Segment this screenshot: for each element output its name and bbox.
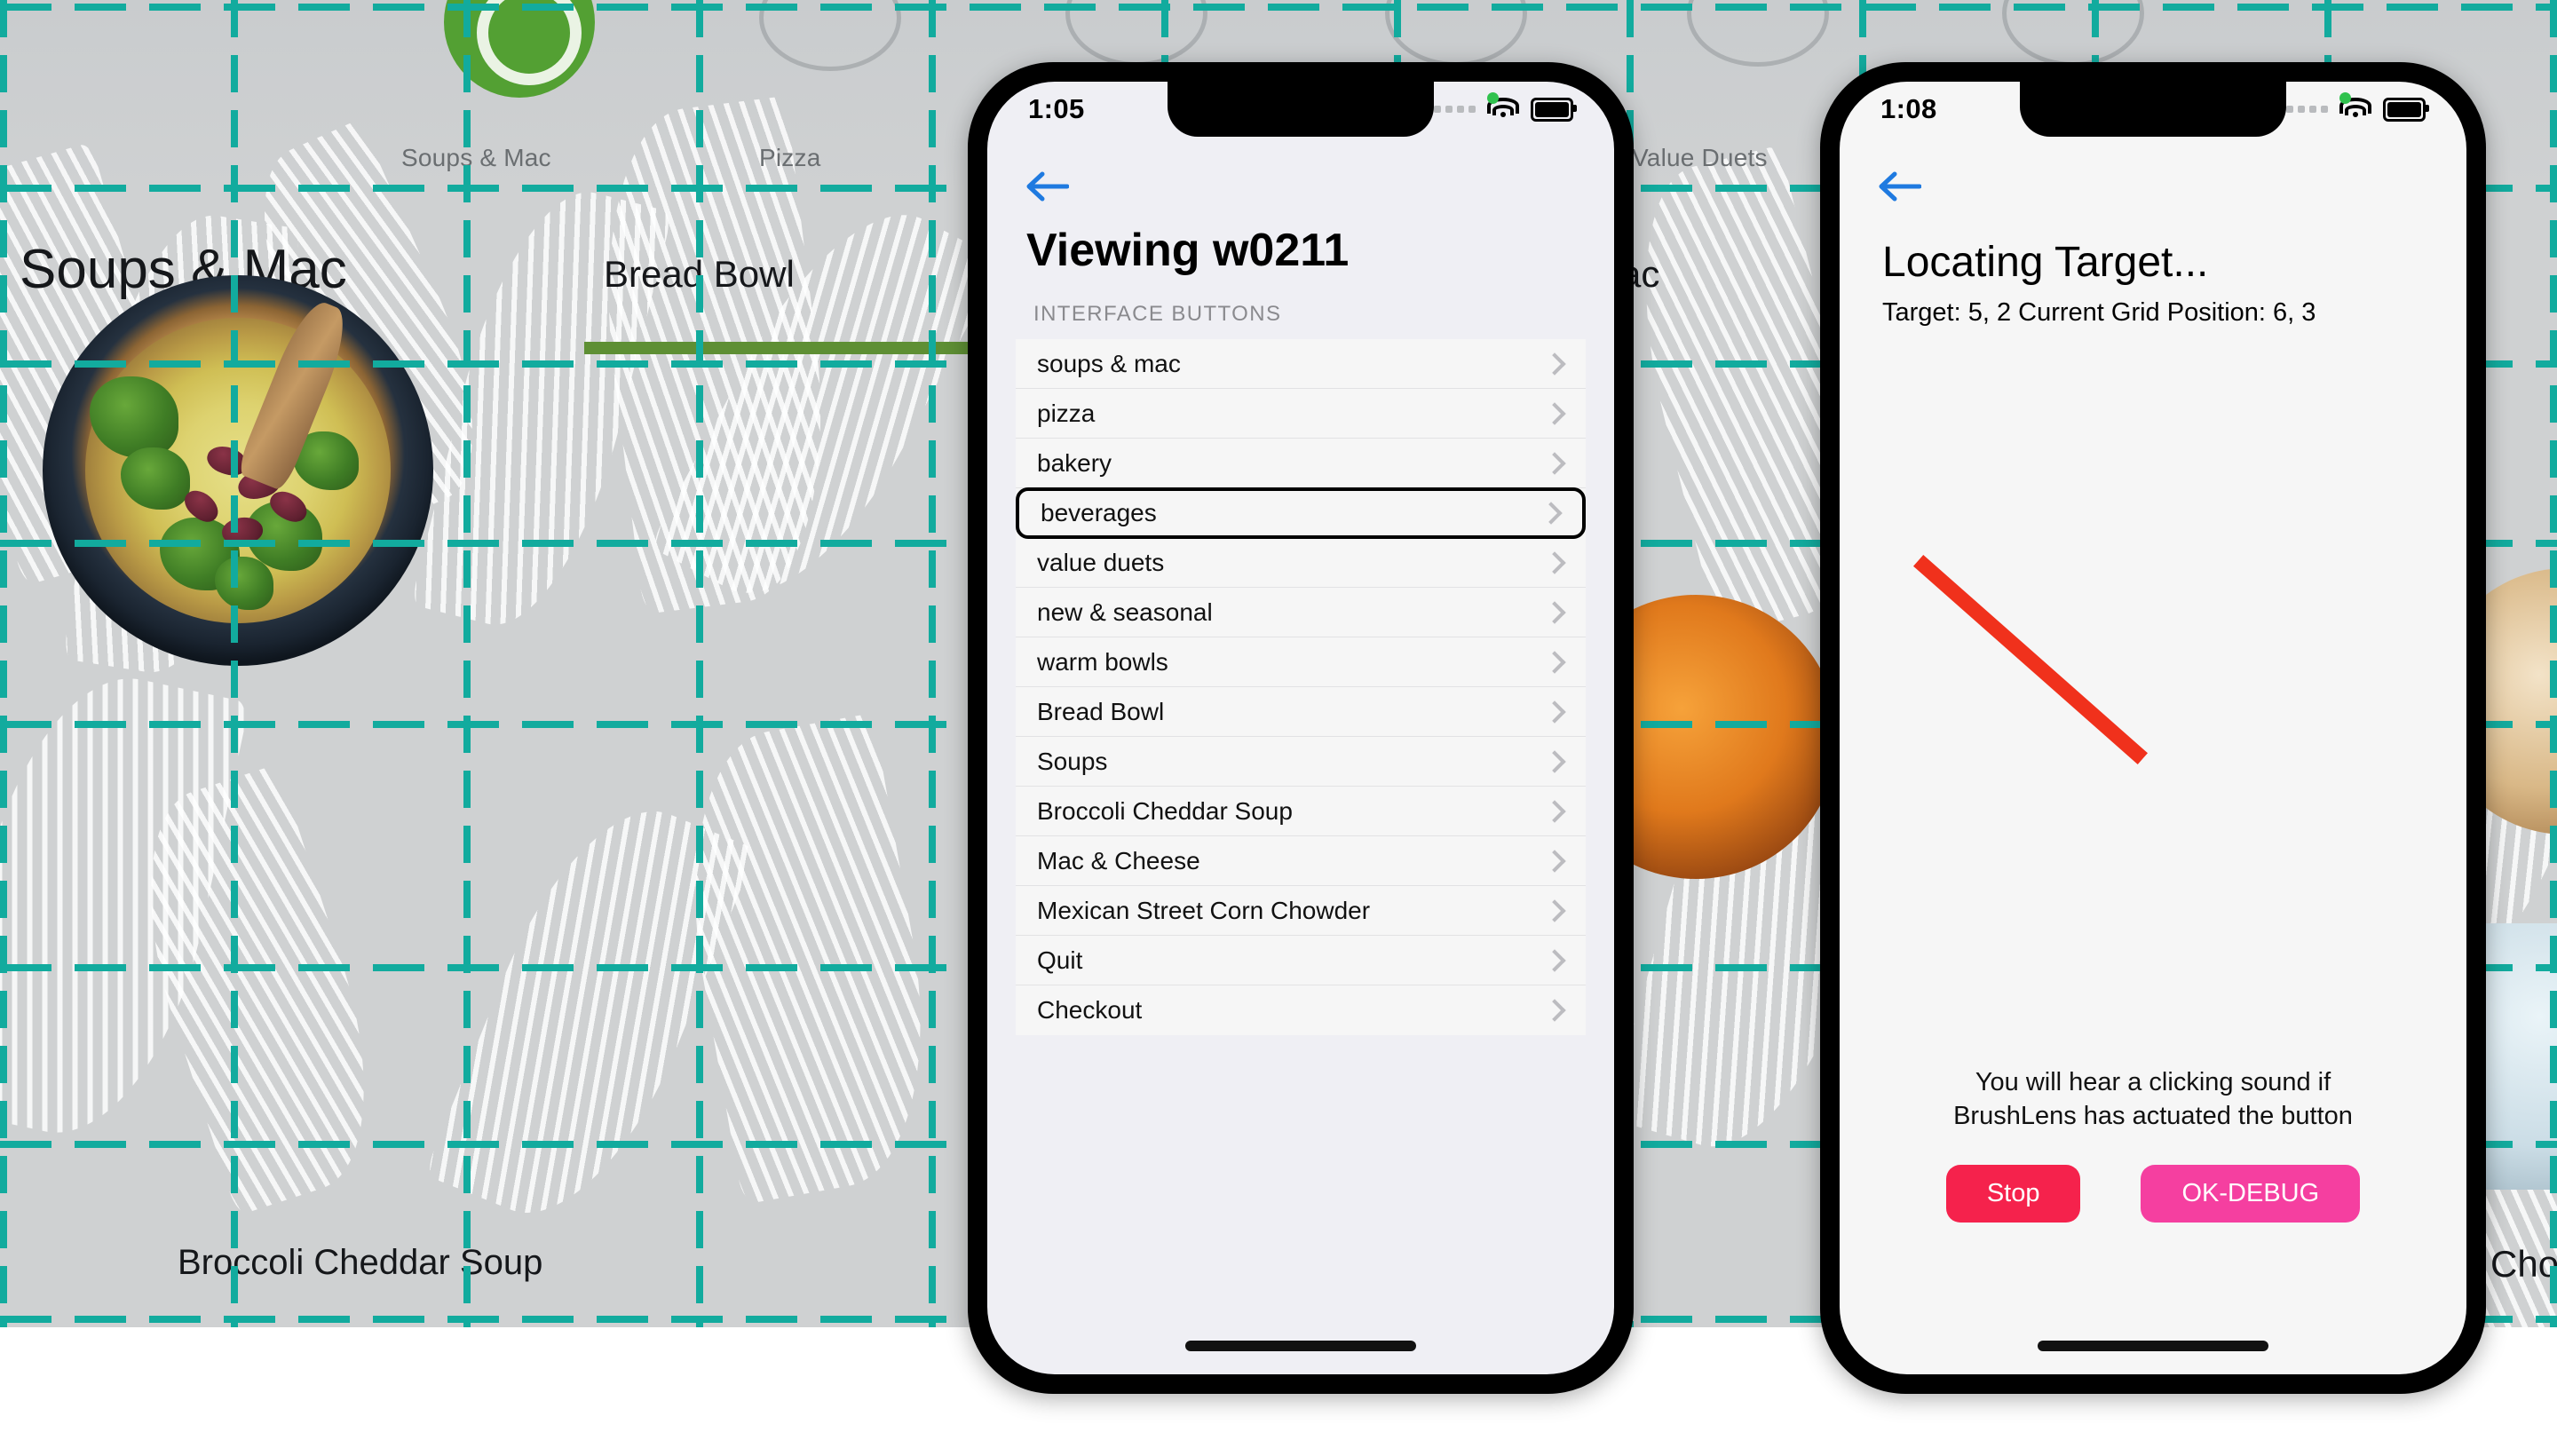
list-item-label: Mac & Cheese [1037,846,1200,874]
list-item[interactable]: Checkout [1016,985,1586,1035]
list-item[interactable]: Broccoli Cheddar Soup [1016,787,1586,836]
back-arrow-icon[interactable] [1025,170,1070,202]
chevron-right-icon [1543,898,1566,922]
stop-button[interactable]: Stop [1945,1165,2081,1223]
chevron-right-icon [1540,502,1563,525]
status-time: 1:05 [1028,93,1085,124]
chevron-right-icon [1543,999,1566,1022]
ok-debug-button[interactable]: OK-DEBUG [2141,1165,2361,1223]
list-item-label: bakery [1037,448,1112,477]
list-item-label: pizza [1037,399,1096,427]
list-item[interactable]: value duets [1016,538,1586,588]
page-title: Viewing w0211 [1026,225,1350,276]
chevron-right-icon [1543,550,1566,574]
status-bar: 1:05 [987,82,1614,137]
list-item[interactable]: Mexican Street Corn Chowder [1016,886,1586,936]
list-item-label: Checkout [1037,996,1143,1024]
list-item[interactable]: warm bowls [1016,637,1586,687]
signal-dots-icon [1434,106,1476,113]
chevron-right-icon [1543,401,1566,425]
list-item[interactable]: Soups [1016,737,1586,787]
battery-icon [1531,97,1577,122]
green-recording-dot [1487,92,1499,104]
list-item-label: soups & mac [1037,349,1181,377]
hint-line-2: BrushLens has actuated the button [1953,1102,2353,1131]
broccoli-cheddar-soup-photo[interactable] [43,275,433,666]
item-caption-broccoli-cheddar-soup[interactable]: Broccoli Cheddar Soup [178,1243,542,1283]
wallpaper-leaf [662,713,954,1205]
list-item-label: Mexican Street Corn Chowder [1037,896,1371,924]
chevron-right-icon [1543,700,1566,724]
action-button-row: Stop OK-DEBUG [1840,1165,2466,1223]
list-item[interactable]: soups & mac [1016,339,1586,389]
list-item[interactable]: Bread Bowl [1016,687,1586,737]
actuation-hint-text: You will hear a clicking sound if BrushL… [1875,1065,2431,1134]
phone-mockup-locating: 1:08 Locating Target... Target: 5, 2 Cur… [1820,62,2486,1394]
chevron-right-icon [1543,600,1566,624]
active-tab-underline [584,342,975,354]
list-item[interactable]: bakery [1016,439,1586,488]
category-label-soups-mac[interactable]: Soups & Mac [401,144,551,172]
list-item-selected[interactable]: beverages [1016,487,1586,539]
list-item-label: Broccoli Cheddar Soup [1037,796,1293,825]
category-label-pizza[interactable]: Pizza [759,144,820,172]
chevron-right-icon [1543,948,1566,972]
home-indicator[interactable] [1185,1341,1416,1351]
phone-screen-viewing: 1:05 Viewing w0211 INTERFACE BUTTONS sou… [987,82,1614,1374]
list-item-label: new & seasonal [1037,597,1213,626]
section-header-interface-buttons: INTERFACE BUTTONS [1033,302,1282,326]
phone-screen-locating: 1:08 Locating Target... Target: 5, 2 Cur… [1840,82,2466,1374]
chevron-right-icon [1543,799,1566,823]
chevron-right-icon [1543,749,1566,773]
list-item[interactable]: pizza [1016,389,1586,439]
chevron-right-icon [1543,650,1566,674]
list-item-label: warm bowls [1037,647,1168,676]
list-item-label: Bread Bowl [1037,697,1165,725]
list-item-label: beverages [1041,499,1157,526]
chevron-right-icon [1543,451,1566,475]
hint-line-1: You will hear a clicking sound if [1975,1068,2331,1096]
interface-buttons-list: soups & mac pizza bakery beverages value due… [1016,339,1586,1035]
phone-mockup-viewing: 1:05 Viewing w0211 INTERFACE BUTTONS sou… [968,62,1634,1394]
headline-chowder[interactable]: Cho [2490,1243,2557,1286]
list-item[interactable]: Mac & Cheese [1016,836,1586,886]
chevron-right-icon [1543,849,1566,873]
list-item[interactable]: new & seasonal [1016,588,1586,637]
list-item-label: Quit [1037,946,1083,974]
category-label-value-duets[interactable]: Value Duets [1632,144,1768,172]
list-item-label: value duets [1037,548,1165,576]
list-item[interactable]: Quit [1016,936,1586,985]
headline-bread-bowl[interactable]: Bread Bowl [604,253,795,296]
home-indicator[interactable] [2038,1341,2268,1351]
chevron-right-icon [1543,352,1566,376]
list-item-label: Soups [1037,747,1108,775]
